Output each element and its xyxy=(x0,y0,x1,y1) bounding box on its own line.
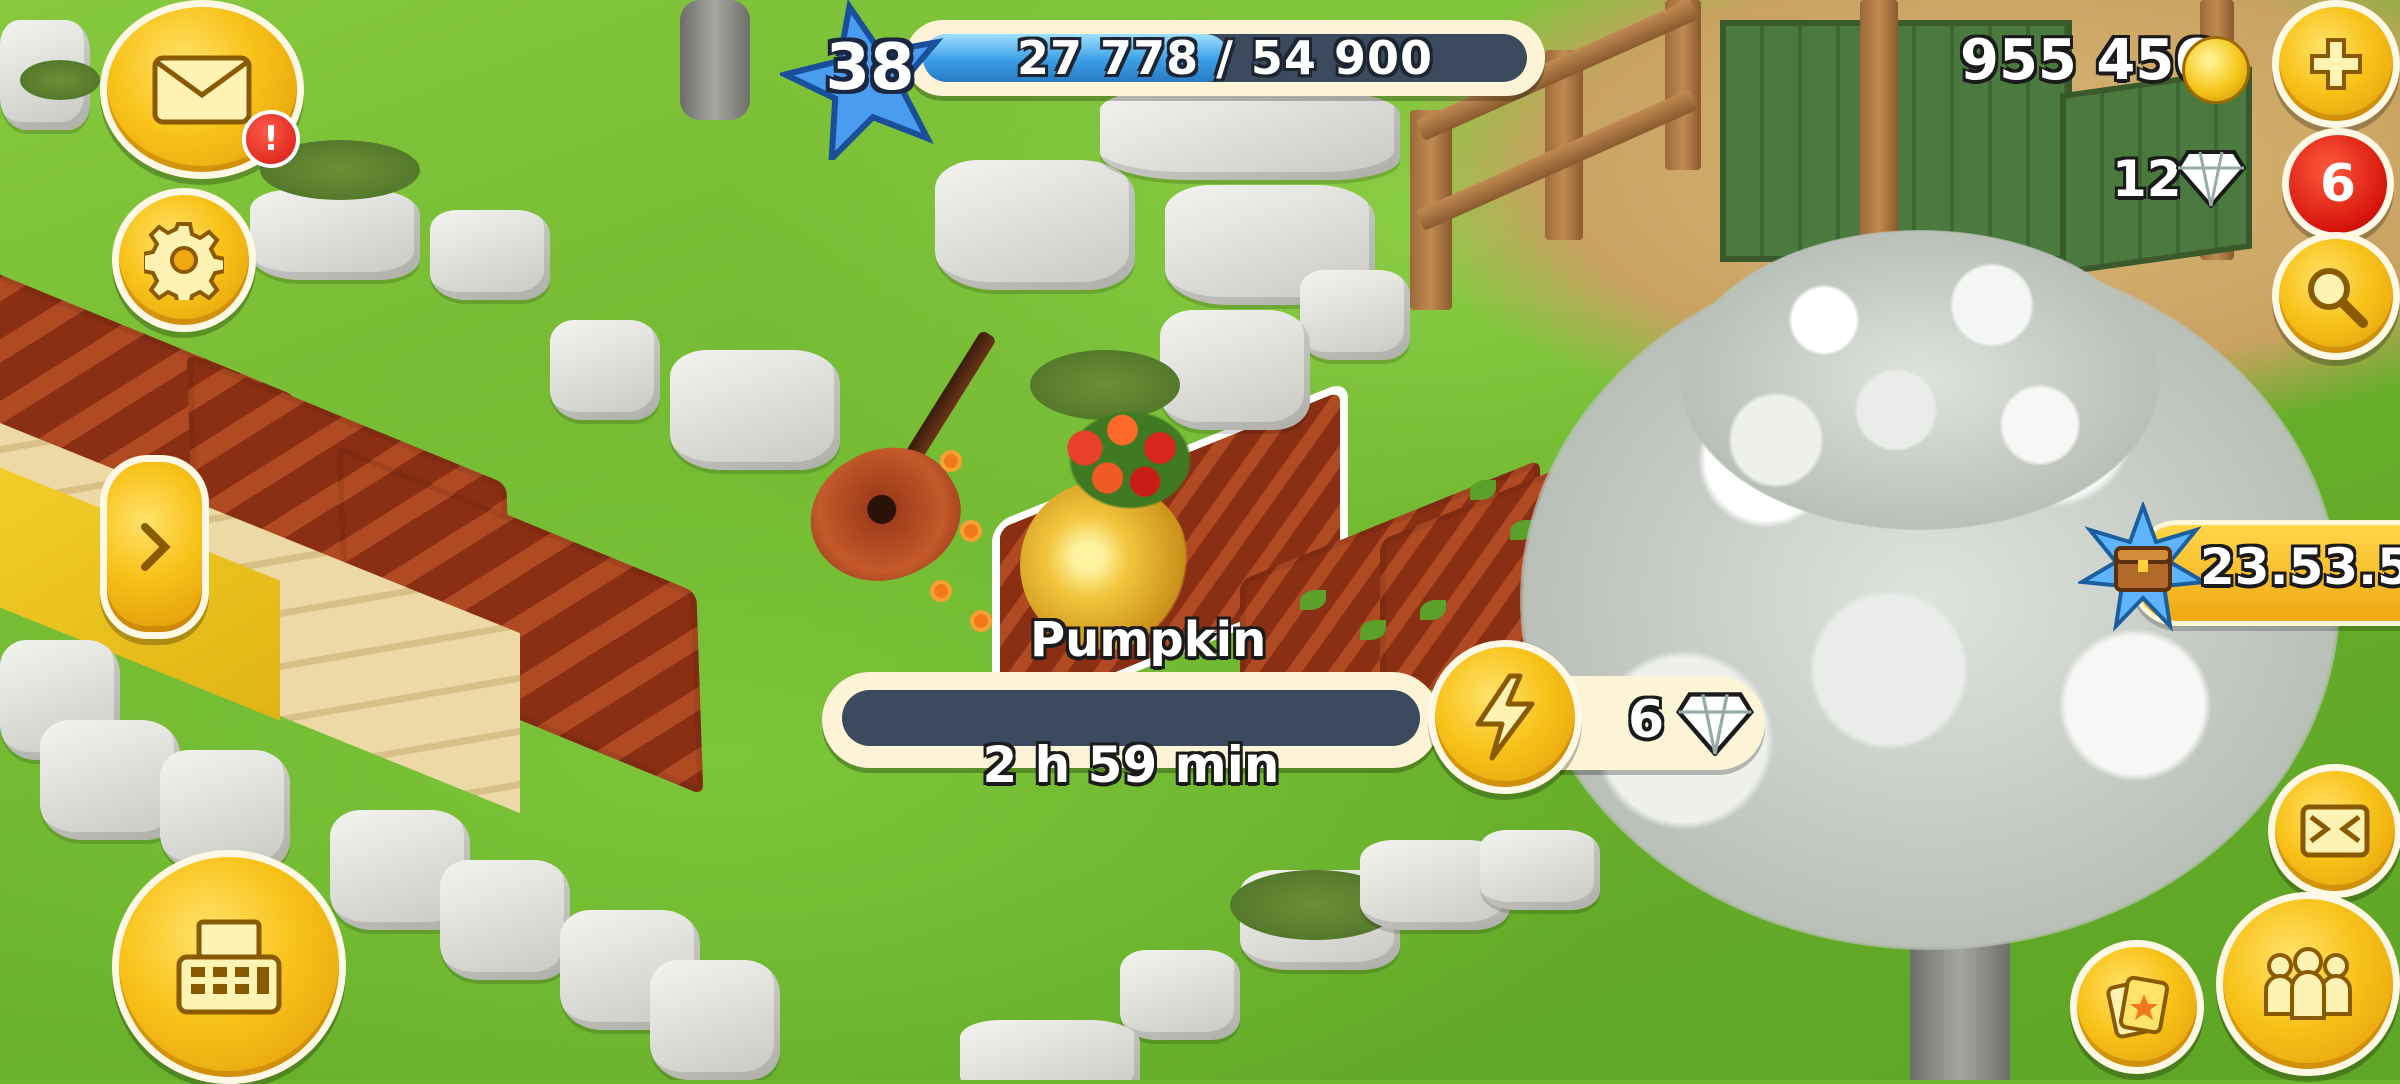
farm-scene xyxy=(0,0,2400,1080)
plus-icon xyxy=(2310,38,2362,90)
stone xyxy=(935,160,1135,290)
stone xyxy=(250,190,420,280)
level-number: 38 xyxy=(825,31,915,105)
mail-alert-badge: ! xyxy=(242,110,300,168)
shop-button[interactable] xyxy=(112,850,346,1084)
notification-count-badge[interactable]: 6 xyxy=(2282,128,2394,240)
xp-text: 27 778 / 54 900 xyxy=(1017,34,1433,82)
diamond-icon xyxy=(2176,150,2246,208)
coin-icon xyxy=(2182,36,2250,104)
stone xyxy=(430,210,550,300)
map-expand-button[interactable] xyxy=(2268,764,2400,898)
diamond-count: 12 xyxy=(2112,150,2182,208)
lightning-icon xyxy=(1475,673,1535,761)
map-expand-icon xyxy=(2300,804,2370,858)
moss xyxy=(20,60,100,100)
wall-stone xyxy=(650,960,780,1080)
treasure-chest-icon[interactable] xyxy=(2078,502,2208,632)
add-currency-button[interactable] xyxy=(2272,0,2400,128)
flower-bouquet xyxy=(1055,400,1205,520)
xp-bar: 27 778 / 54 900 xyxy=(923,34,1527,82)
diamond-icon xyxy=(1675,692,1755,756)
stone xyxy=(1100,90,1400,180)
speedup-button[interactable] xyxy=(1428,640,1582,794)
envelope-icon xyxy=(152,55,252,124)
settings-button[interactable] xyxy=(112,188,256,332)
cards-icon xyxy=(2106,975,2170,1039)
stone xyxy=(1120,950,1240,1040)
stone xyxy=(670,350,840,470)
time-remaining: 2 h 59 min xyxy=(982,736,1280,794)
snowy-tree-top xyxy=(1680,230,2160,530)
tree-trunk xyxy=(680,0,750,120)
event-timer-text: 23.53.50 xyxy=(2200,538,2400,596)
xp-bar-container: 27 778 / 54 900 xyxy=(905,20,1545,96)
stone xyxy=(1300,270,1410,360)
coin-count: 955 456 xyxy=(1960,28,2214,93)
gear-icon xyxy=(144,222,224,300)
wall-stone xyxy=(440,860,570,980)
chevron-right-icon xyxy=(140,523,171,571)
wall-stone xyxy=(40,720,180,840)
friends-button[interactable] xyxy=(2216,892,2400,1076)
stone xyxy=(1480,830,1600,910)
vine-flower xyxy=(940,450,962,472)
cards-button[interactable] xyxy=(2070,940,2204,1074)
speedup-cost: 6 xyxy=(1628,690,1665,750)
stone xyxy=(550,320,660,420)
stone xyxy=(960,1020,1140,1080)
vine-flower xyxy=(930,580,952,602)
friends-icon xyxy=(2264,947,2352,1020)
vine-flower xyxy=(960,520,982,542)
crop-name-label: Pumpkin xyxy=(1030,612,1267,668)
vine-flower xyxy=(970,610,992,632)
magnifier-icon xyxy=(2308,268,2368,328)
cash-register-icon xyxy=(176,919,282,1015)
expand-side-button[interactable] xyxy=(100,455,209,639)
search-button[interactable] xyxy=(2272,232,2400,360)
